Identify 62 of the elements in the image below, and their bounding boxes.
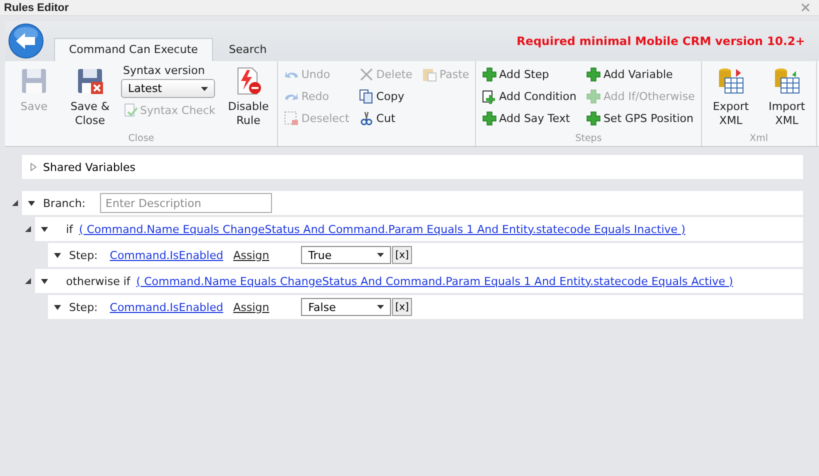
expand-icon[interactable] <box>54 304 61 310</box>
plus-icon <box>482 66 498 82</box>
tab[interactable]: Command Can Execute <box>54 38 213 61</box>
ribbon-button[interactable]: Import XML <box>762 64 812 130</box>
plus-icon <box>482 110 498 126</box>
ribbon-button[interactable]: Export XML <box>706 64 756 130</box>
expand-icon[interactable] <box>41 278 48 284</box>
scissors-icon <box>359 110 374 126</box>
group-label: Close <box>127 133 156 146</box>
value-dropdown[interactable]: False <box>301 298 392 316</box>
ribbon-button[interactable]: Add Variable <box>584 64 697 84</box>
condition-keyword: if <box>66 222 73 236</box>
dashed-selection-icon <box>284 110 300 126</box>
value-dropdown[interactable]: True <box>301 246 392 264</box>
plus-icon <box>586 66 602 82</box>
caret-icon <box>201 86 208 90</box>
tab[interactable]: Search <box>214 39 281 61</box>
description-field[interactable]: Enter Description <box>100 193 272 213</box>
ribbon-button[interactable]: Add Condition <box>480 86 578 106</box>
plus-icon <box>586 88 602 104</box>
caret-icon <box>377 305 384 309</box>
action-link[interactable]: Assign <box>233 300 270 314</box>
property-link[interactable]: Command.IsEnabled <box>110 248 224 262</box>
paste-icon <box>422 66 438 82</box>
clear-button[interactable]: [x] <box>392 246 412 264</box>
expand-icon <box>30 163 37 171</box>
group-label: Steps <box>574 133 603 146</box>
delete-icon <box>359 66 374 82</box>
group-label: Xml <box>748 133 770 146</box>
collapse-icon[interactable] <box>25 278 31 284</box>
expand-icon[interactable] <box>28 200 35 206</box>
ribbon-button[interactable]: Disable Rule <box>223 64 274 130</box>
field-label: Syntax version <box>122 64 206 77</box>
collapse-icon[interactable] <box>12 200 18 206</box>
step-label: Step: <box>69 248 98 262</box>
collapse-icon[interactable] <box>25 226 31 232</box>
ribbon-button[interactable]: Add Say Text <box>480 108 578 128</box>
copy-icon <box>359 88 374 104</box>
step-label: Step: <box>69 300 98 314</box>
expand-icon[interactable] <box>54 252 61 258</box>
property-link[interactable]: Command.IsEnabled <box>110 300 224 314</box>
document-plus-icon <box>482 88 498 104</box>
document-check-icon <box>123 102 138 118</box>
window-title: Rules Editor <box>4 2 69 14</box>
ribbon-button[interactable]: Set GPS Position <box>584 108 697 128</box>
ribbon-button[interactable]: Cut <box>357 108 414 128</box>
version-notice: Required minimal Mobile CRM version 10.2+ <box>516 34 805 48</box>
syntax-version-dropdown[interactable]: Latest <box>121 79 215 98</box>
plus-icon <box>586 110 602 126</box>
ribbon-button[interactable]: Add Step <box>480 64 578 84</box>
caret-icon <box>377 253 384 257</box>
shared-variables-toggle[interactable]: Shared Variables <box>30 160 136 174</box>
ribbon-button[interactable]: Save & Close <box>65 64 115 130</box>
clear-button[interactable]: [x] <box>392 298 412 316</box>
action-link[interactable]: Assign <box>233 248 270 262</box>
condition-link[interactable]: ( Command.Name Equals ChangeStatus And Command.Param Equals 1 And Entity.statecode Equals Active ) <box>136 274 734 288</box>
condition-keyword: otherwise if <box>66 274 130 288</box>
expand-icon[interactable] <box>41 226 48 232</box>
ribbon-button[interactable]: Copy <box>357 86 414 106</box>
back-button[interactable] <box>8 23 44 59</box>
condition-link[interactable]: ( Command.Name Equals ChangeStatus And Command.Param Equals 1 And Entity.statecode Equals Inactive ) <box>78 222 686 236</box>
branch-label: Branch: <box>43 196 86 210</box>
